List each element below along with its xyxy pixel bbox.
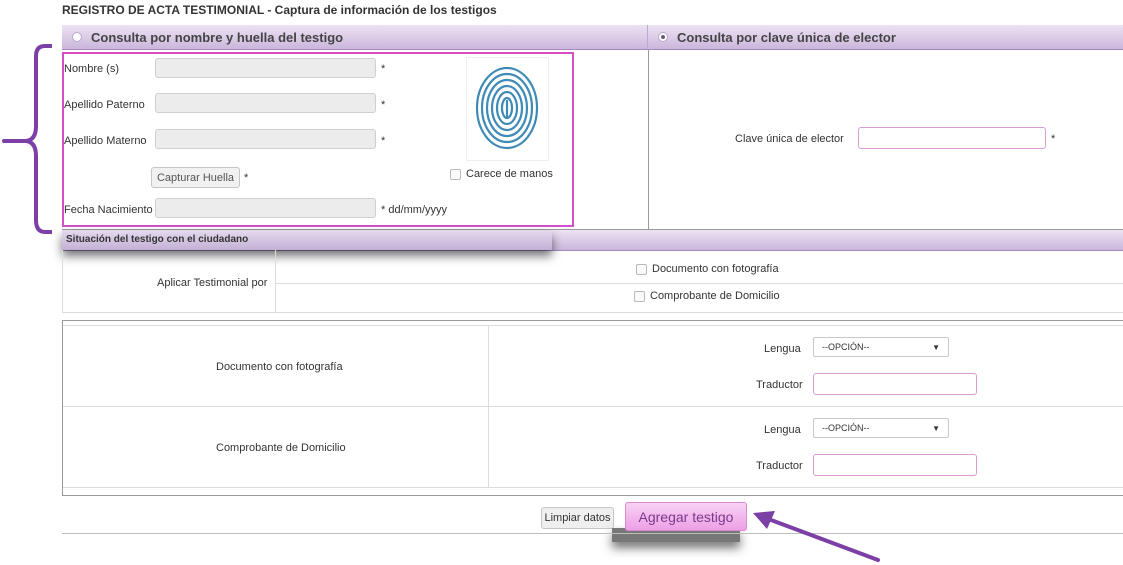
required-mark: * bbox=[244, 172, 249, 184]
checkbox-icon[interactable] bbox=[634, 290, 645, 302]
documentos-top-line bbox=[63, 325, 1123, 326]
required-mark: * bbox=[381, 63, 386, 75]
lengua-select-value: --OPCIÓN-- bbox=[822, 423, 870, 433]
arrow-annotation-icon bbox=[753, 511, 880, 562]
checkbox-icon[interactable] bbox=[636, 263, 647, 275]
opcion-comp-label: Comprobante de Domicilio bbox=[650, 290, 780, 302]
carece-de-manos-checkbox[interactable]: Carece de manos bbox=[450, 168, 553, 180]
opcion-doc-label: Documento con fotografía bbox=[652, 263, 779, 275]
traductor-input[interactable] bbox=[813, 454, 977, 476]
footer-line bbox=[62, 533, 1123, 534]
traductor-input[interactable] bbox=[813, 373, 977, 395]
panel-divider bbox=[648, 49, 649, 230]
lengua-label: Lengua bbox=[764, 343, 801, 355]
aplicar-label: Aplicar Testimonial por bbox=[157, 277, 268, 289]
radio-selected-icon[interactable] bbox=[658, 32, 668, 42]
page-title: REGISTRO DE ACTA TESTIMONIAL - Captura d… bbox=[62, 3, 497, 17]
tab-label: Consulta por nombre y huella del testigo bbox=[91, 29, 344, 45]
comprobante-domicilio-checkbox[interactable]: Comprobante de Domicilio bbox=[634, 290, 780, 302]
clave-elector-label: Clave única de elector bbox=[735, 133, 844, 145]
aplicar-row-divider bbox=[276, 283, 1123, 284]
tab-label: Consulta por clave única de elector bbox=[677, 29, 896, 45]
apellido-materno-input[interactable] bbox=[155, 129, 376, 149]
chevron-down-icon: ▼ bbox=[932, 342, 940, 352]
paterno-label: Apellido Paterno bbox=[64, 99, 145, 111]
tab-consulta-nombre-huella[interactable]: Consulta por nombre y huella del testigo bbox=[72, 25, 343, 49]
apellido-paterno-input[interactable] bbox=[155, 93, 376, 113]
chevron-down-icon: ▼ bbox=[932, 423, 940, 433]
capturar-huella-button[interactable]: Capturar Huella bbox=[151, 167, 240, 188]
carece-label: Carece de manos bbox=[466, 168, 553, 180]
limpiar-datos-button[interactable]: Limpiar datos bbox=[541, 507, 614, 529]
documento-row-label: Comprobante de Domicilio bbox=[216, 442, 346, 454]
documentos-row-divider bbox=[63, 406, 1123, 407]
lengua-select[interactable]: --OPCIÓN-- ▼ bbox=[813, 337, 949, 357]
traductor-label: Traductor bbox=[756, 379, 803, 391]
lengua-label: Lengua bbox=[764, 424, 801, 436]
required-mark: * bbox=[381, 99, 386, 111]
fecha-nacimiento-input[interactable] bbox=[155, 198, 376, 218]
agregar-testigo-button[interactable]: Agregar testigo bbox=[625, 502, 747, 531]
materno-label: Apellido Materno bbox=[64, 135, 147, 147]
checkbox-icon[interactable] bbox=[450, 168, 461, 180]
clave-elector-input[interactable] bbox=[858, 127, 1046, 149]
documentos-bottom-line bbox=[63, 487, 1123, 488]
lengua-select-value: --OPCIÓN-- bbox=[822, 342, 870, 352]
required-mark: * bbox=[1051, 133, 1056, 145]
required-mark: * bbox=[381, 135, 386, 147]
fingerprint-icon bbox=[466, 57, 549, 161]
radio-icon[interactable] bbox=[72, 32, 82, 42]
traductor-label: Traductor bbox=[756, 460, 803, 472]
tab-consulta-clave-elector[interactable]: Consulta por clave única de elector bbox=[658, 25, 896, 49]
situacion-header: Situación del testigo con el ciudadano bbox=[66, 234, 249, 245]
documento-row-label: Documento con fotografía bbox=[216, 361, 343, 373]
header-divider bbox=[647, 25, 648, 49]
lengua-select[interactable]: --OPCIÓN-- ▼ bbox=[813, 418, 949, 438]
nombre-label: Nombre (s) bbox=[64, 63, 120, 75]
curly-brace-annotation bbox=[2, 44, 52, 234]
aplicar-divider bbox=[275, 250, 276, 312]
documento-foto-checkbox[interactable]: Documento con fotografía bbox=[636, 263, 779, 275]
fecha-label: Fecha Nacimiento bbox=[64, 204, 153, 216]
nombre-input[interactable] bbox=[155, 58, 376, 78]
fecha-format-hint: * dd/mm/yyyy bbox=[381, 204, 448, 216]
